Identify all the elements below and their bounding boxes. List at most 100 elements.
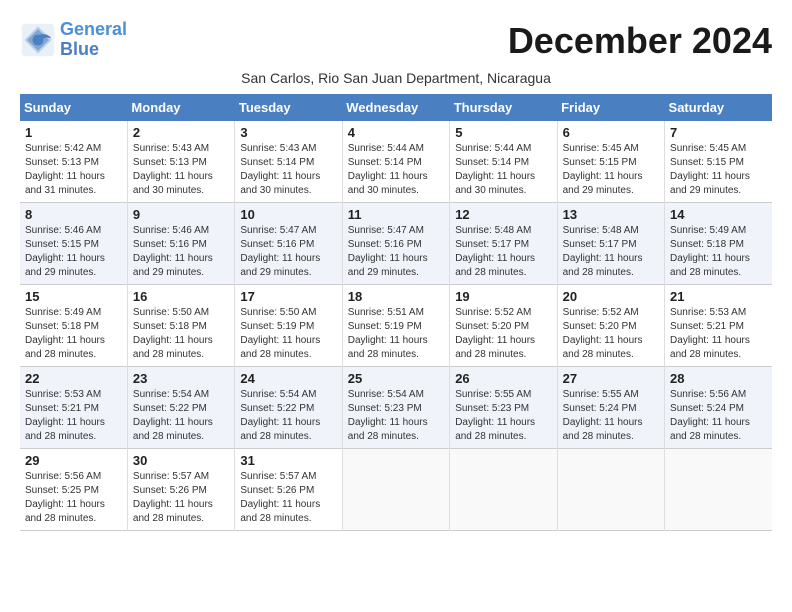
calendar-cell: 9Sunrise: 5:46 AMSunset: 5:16 PMDaylight… [127,203,234,285]
calendar-cell [450,449,557,531]
calendar-cell [557,449,664,531]
day-number: 14 [670,207,767,222]
calendar-cell: 20 Sunrise: 5:52 AMSunset: 5:20 PMDayligh… [557,285,664,367]
day-header-friday: Friday [557,94,664,121]
day-number: 21 [670,289,767,304]
calendar-cell: 10Sunrise: 5:47 AMSunset: 5:16 PMDayligh… [235,203,342,285]
sunrise-text: Sunrise: 5:57 AM [240,471,316,482]
day-info: Sunrise: 5:43 AMSunset: 5:13 PMDaylight:… [133,142,229,198]
month-title: December 2024 [508,20,772,62]
day-number: 17 [240,289,336,304]
day-info: Sunrise: 5:43 AMSunset: 5:14 PMDaylight:… [240,142,336,198]
daylight-text: Daylight: 11 hours and 30 minutes. [348,171,428,196]
day-header-thursday: Thursday [450,94,557,121]
calendar-cell: 13Sunrise: 5:48 AMSunset: 5:17 PMDayligh… [557,203,664,285]
sunset-text: Sunset: 5:18 PM [133,321,207,332]
day-info: Sunrise: 5:55 AMSunset: 5:23 PMDaylight:… [455,388,551,444]
day-info: Sunrise: 5:52 AMSunset: 5:20 PMDaylight:… [563,306,659,362]
sunrise-text: Sunrise: 5:47 AM [348,225,424,236]
calendar-cell: 22Sunrise: 5:53 AMSunset: 5:21 PMDayligh… [20,367,127,449]
daylight-text: Daylight: 11 hours and 28 minutes. [133,335,213,360]
calendar-cell: 8Sunrise: 5:46 AMSunset: 5:15 PMDaylight… [20,203,127,285]
calendar-cell [342,449,449,531]
day-number: 4 [348,125,444,140]
daylight-text: Daylight: 11 hours and 28 minutes. [670,253,750,278]
daylight-text: Daylight: 11 hours and 29 minutes. [563,171,643,196]
daylight-text: Daylight: 11 hours and 29 minutes. [133,253,213,278]
daylight-text: Daylight: 11 hours and 28 minutes. [25,499,105,524]
calendar-cell: 26Sunrise: 5:55 AMSunset: 5:23 PMDayligh… [450,367,557,449]
day-number: 1 [25,125,122,140]
sunrise-text: Sunrise: 5:52 AM [455,307,531,318]
day-number: 30 [133,453,229,468]
day-info: Sunrise: 5:57 AMSunset: 5:26 PMDaylight:… [240,470,336,526]
sunset-text: Sunset: 5:17 PM [563,239,637,250]
day-header-sunday: Sunday [20,94,127,121]
sunrise-text: Sunrise: 5:48 AM [455,225,531,236]
day-info: Sunrise: 5:49 AM Sunset: 5:18 PM Daylight:… [670,224,767,280]
sunrise-text: Sunrise: 5:43 AM [133,143,209,154]
sunset-text: Sunset: 5:15 PM [670,157,744,168]
calendar-cell: 16 Sunrise: 5:50 AMSunset: 5:18 PMDayligh… [127,285,234,367]
sunrise-text: Sunrise: 5:48 AM [563,225,639,236]
sunset-text: Sunset: 5:19 PM [240,321,314,332]
calendar-cell [665,449,772,531]
day-number: 16 [133,289,229,304]
sunset-text: Sunset: 5:23 PM [455,403,529,414]
day-number: 29 [25,453,122,468]
day-info: Sunrise: 5:50 AMSunset: 5:18 PMDaylight:… [133,306,229,362]
day-info: Sunrise: 5:56 AMSunset: 5:25 PMDaylight:… [25,470,122,526]
day-number: 5 [455,125,551,140]
daylight-text: Daylight: 11 hours and 28 minutes. [133,499,213,524]
calendar-cell: 29 Sunrise: 5:56 AMSunset: 5:25 PMDayligh… [20,449,127,531]
calendar-cell: 28Sunrise: 5:56 AMSunset: 5:24 PMDayligh… [665,367,772,449]
daylight-text: Daylight: 11 hours and 29 minutes. [348,253,428,278]
sunrise-text: Sunrise: 5:52 AM [563,307,639,318]
day-info: Sunrise: 5:51 AMSunset: 5:19 PMDaylight:… [348,306,444,362]
daylight-text: Daylight: 11 hours and 28 minutes. [348,335,428,360]
sunrise-text: Sunrise: 5:46 AM [133,225,209,236]
day-number: 12 [455,207,551,222]
day-number: 20 [563,289,659,304]
daylight-text: Daylight: 11 hours and 28 minutes. [240,499,320,524]
day-info: Sunrise: 5:57 AM Sunset: 5:26 PM Daylight:… [133,470,229,526]
day-info: Sunrise: 5:45 AMSunset: 5:15 PMDaylight:… [670,142,767,198]
sunset-text: Sunset: 5:17 PM [455,239,529,250]
day-number: 22 [25,371,122,386]
day-info: Sunrise: 5:48 AMSunset: 5:17 PMDaylight:… [455,224,551,280]
day-info: Sunrise: 5:47 AMSunset: 5:16 PMDaylight:… [240,224,336,280]
daylight-text: Daylight: 11 hours and 28 minutes. [348,417,428,442]
day-number: 7 [670,125,767,140]
sunset-text: Sunset: 5:16 PM [240,239,314,250]
sunrise-text: Sunrise: 5:54 AM [133,389,209,400]
calendar-cell: 5Sunrise: 5:44 AMSunset: 5:14 PMDaylight… [450,121,557,203]
daylight-text: Daylight: 11 hours and 28 minutes. [25,417,105,442]
sunrise-text: Sunrise: 5:56 AM [670,389,746,400]
daylight-text: Daylight: 11 hours and 29 minutes. [25,253,105,278]
daylight-text: Daylight: 11 hours and 28 minutes. [240,335,320,360]
day-number: 11 [348,207,444,222]
sunrise-text: Sunrise: 5:55 AM [455,389,531,400]
sunrise-text: Sunrise: 5:45 AM [563,143,639,154]
sunset-text: Sunset: 5:18 PM [670,239,744,250]
day-header-saturday: Saturday [665,94,772,121]
day-number: 2 [133,125,229,140]
logo-text: General Blue [60,20,127,60]
day-number: 31 [240,453,336,468]
sunrise-text: Sunrise: 5:42 AM [25,143,101,154]
daylight-text: Daylight: 11 hours and 28 minutes. [563,335,643,360]
sunset-text: Sunset: 5:14 PM [348,157,422,168]
sunrise-text: Sunrise: 5:53 AM [25,389,101,400]
sunrise-text: Sunrise: 5:57 AM [133,471,209,482]
sunrise-text: Sunrise: 5:47 AM [240,225,316,236]
day-info: Sunrise: 5:54 AMSunset: 5:22 PMDaylight:… [133,388,229,444]
sunset-text: Sunset: 5:15 PM [25,239,99,250]
sunrise-text: Sunrise: 5:49 AM [670,225,746,236]
sunset-text: Sunset: 5:26 PM [133,485,207,496]
daylight-text: Daylight: 11 hours and 29 minutes. [670,171,750,196]
calendar-cell: 30 Sunrise: 5:57 AM Sunset: 5:26 PM Dayligh… [127,449,234,531]
day-info: Sunrise: 5:45 AMSunset: 5:15 PMDaylight:… [563,142,659,198]
sunset-text: Sunset: 5:16 PM [348,239,422,250]
day-info: Sunrise: 5:50 AMSunset: 5:19 PMDaylight:… [240,306,336,362]
day-info: Sunrise: 5:55 AMSunset: 5:24 PMDaylight:… [563,388,659,444]
